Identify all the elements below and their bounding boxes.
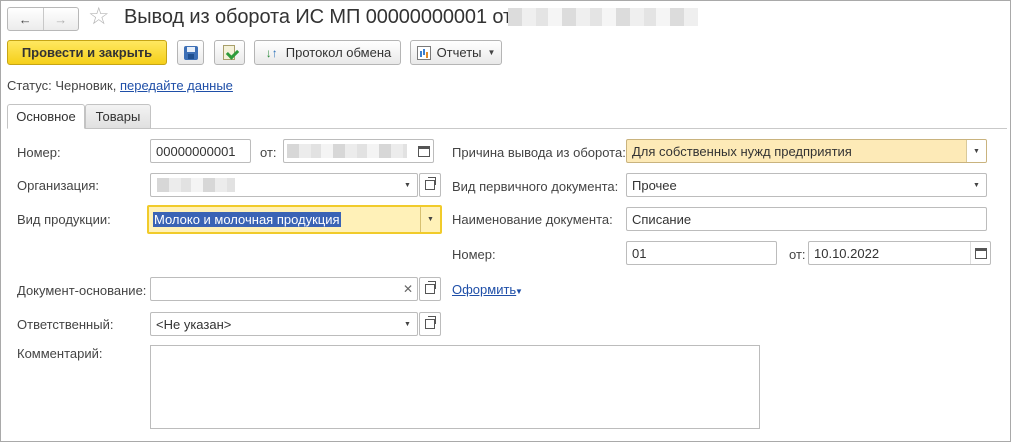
clear-icon[interactable]: ✕ [399, 282, 417, 296]
post-and-close-button[interactable]: Провести и закрыть [7, 40, 167, 65]
open-responsible-button[interactable] [419, 312, 441, 336]
chevron-down-icon: ▼ [487, 48, 496, 57]
tab-main[interactable]: Основное [7, 104, 85, 129]
open-icon [425, 316, 436, 329]
exchange-protocol-button[interactable]: ↓ ↑ Протокол обмена [254, 40, 401, 65]
post-button[interactable] [214, 40, 245, 65]
reports-label: Отчеты [436, 45, 482, 60]
responsible-label: Ответственный: [17, 317, 114, 332]
report-icon [416, 45, 431, 60]
calendar-icon[interactable] [413, 140, 433, 162]
withdrawal-reason-select[interactable]: Для собственных нужд предприятия ▼ [626, 139, 987, 163]
primary-doc-type-select[interactable]: Прочее ▼ [626, 173, 987, 197]
date-label: от: [260, 145, 277, 160]
open-icon [425, 177, 436, 190]
exchange-protocol-label: Протокол обмена [285, 45, 392, 60]
title-date-redacted [508, 8, 698, 26]
tabs-divider [7, 128, 1007, 129]
arrow-left-icon[interactable]: ← [8, 8, 43, 30]
number-input[interactable]: 00000000001 [150, 139, 251, 163]
organization-select[interactable]: ▼ [150, 173, 418, 197]
number-label: Номер: [17, 145, 61, 160]
doc-date-label: от: [789, 247, 806, 262]
status-line: Статус: Черновик, передайте данные [7, 78, 233, 93]
doc-name-input[interactable]: Списание [626, 207, 987, 231]
open-organization-button[interactable] [419, 173, 441, 197]
dropdown-icon[interactable]: ▼ [397, 313, 417, 335]
tab-goods[interactable]: Товары [85, 104, 151, 129]
save-icon [183, 45, 198, 60]
comment-textarea[interactable] [150, 345, 760, 429]
dropdown-icon[interactable]: ▼ [397, 174, 417, 196]
save-button[interactable] [177, 40, 204, 65]
open-base-document-button[interactable] [419, 277, 441, 301]
dropdown-icon[interactable]: ▼ [420, 207, 440, 232]
doc-number-label: Номер: [452, 247, 496, 262]
date-input[interactable] [283, 139, 434, 163]
star-icon[interactable]: ☆ [88, 3, 110, 31]
page-title: Вывод из оборота ИС МП 00000000001 от [124, 6, 513, 28]
arrow-right-icon[interactable]: → [42, 8, 79, 30]
create-document-link[interactable]: Оформить [452, 282, 516, 297]
organization-redacted [157, 178, 235, 192]
exchange-icon: ↓ ↑ [265, 45, 278, 60]
chevron-down-icon[interactable]: ▼ [515, 287, 523, 296]
base-document-label: Документ-основание: [17, 283, 147, 298]
post-icon [221, 44, 239, 61]
dropdown-icon[interactable]: ▼ [966, 140, 986, 162]
primary-doc-type-label: Вид первичного документа: [452, 179, 619, 194]
product-type-label: Вид продукции: [17, 212, 111, 227]
dropdown-icon[interactable]: ▼ [966, 174, 986, 196]
send-data-link[interactable]: передайте данные [120, 78, 233, 93]
doc-name-label: Наименование документа: [452, 212, 613, 227]
status-value: Черновик, [55, 78, 117, 93]
comment-label: Комментарий: [17, 346, 103, 361]
organization-label: Организация: [17, 178, 100, 193]
navigation-buttons: ← → [7, 7, 79, 31]
doc-number-input[interactable]: 01 [626, 241, 777, 265]
calendar-icon[interactable] [970, 242, 990, 264]
responsible-select[interactable]: <Не указан> ▼ [150, 312, 418, 336]
status-label: Статус: [7, 78, 52, 93]
product-type-select[interactable]: Молоко и молочная продукция ▼ [147, 205, 442, 234]
reports-button[interactable]: Отчеты ▼ [410, 40, 502, 65]
doc-date-input[interactable]: 10.10.2022 [808, 241, 991, 265]
base-document-input[interactable]: ✕ [150, 277, 418, 301]
date-redacted [287, 144, 407, 158]
open-icon [425, 281, 436, 294]
withdrawal-reason-label: Причина вывода из оборота: [452, 145, 626, 160]
